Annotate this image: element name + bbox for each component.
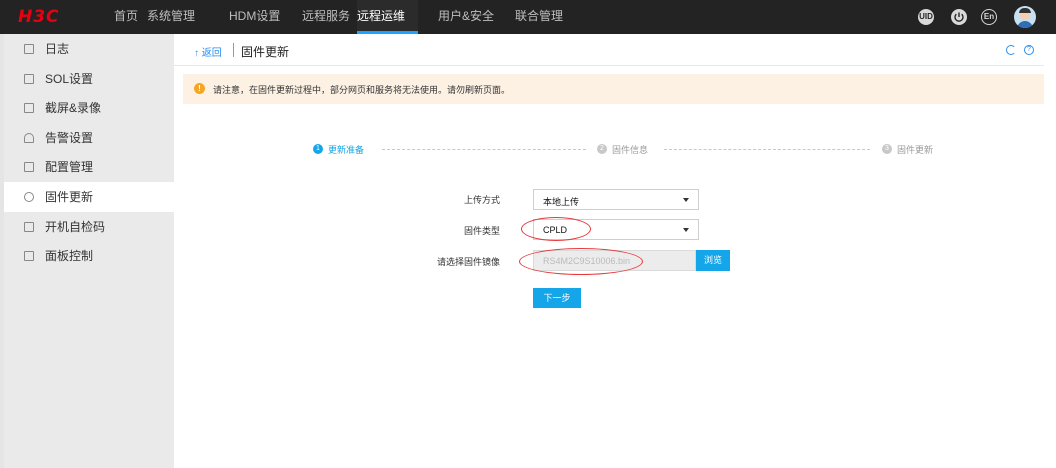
step-connector xyxy=(664,149,870,150)
config-icon xyxy=(24,162,34,172)
firmware-icon xyxy=(24,192,34,202)
screenshot-icon xyxy=(24,103,34,113)
sidebar-item-label: 告警设置 xyxy=(45,131,94,145)
upload-method-value: 本地上传 xyxy=(543,197,580,207)
firmware-type-label: 固件类型 xyxy=(463,226,500,236)
notice-text: 请注意，在固件更新过程中，部分网页和服务将无法使用。请勿刷新页面。 xyxy=(213,85,511,95)
nav-user-security[interactable]: 用户&安全 xyxy=(438,0,494,34)
firmware-image-label: 请选择固件镜像 xyxy=(436,257,500,267)
breadcrumb-divider xyxy=(233,43,234,57)
annotation-ellipse xyxy=(519,248,643,275)
step-1-label: 更新准备 xyxy=(328,145,365,155)
nav-remote-service[interactable]: 远程服务 xyxy=(302,0,350,34)
upload-method-select[interactable]: 本地上传 xyxy=(533,189,699,210)
nav-system-management[interactable]: 系统管理 xyxy=(147,0,195,34)
refresh-icon[interactable] xyxy=(1006,45,1016,55)
sidebar-item-log[interactable]: 日志 xyxy=(4,34,174,64)
uid-icon[interactable]: UID xyxy=(918,9,934,25)
browse-button[interactable]: 浏览 xyxy=(696,250,730,271)
sidebar-item-firmware[interactable]: 固件更新 xyxy=(4,182,174,212)
nav-hdm-settings[interactable]: HDM设置 xyxy=(229,0,280,34)
sidebar-item-label: 面板控制 xyxy=(45,249,94,263)
page-title: 固件更新 xyxy=(241,45,290,59)
language-icon[interactable]: En xyxy=(981,9,997,25)
alarm-icon xyxy=(24,133,34,143)
warning-icon: ! xyxy=(194,83,205,94)
annotation-ellipse xyxy=(521,217,591,241)
nav-home[interactable]: 首页 xyxy=(114,0,138,34)
main-content: ↑ 返回 固件更新 ? ! 请注意，在固件更新过程中，部分网页和服务将无法使用。… xyxy=(174,34,1056,468)
nav-federated-management[interactable]: 联合管理 xyxy=(515,0,563,34)
chevron-down-icon xyxy=(683,198,689,202)
sidebar-item-label: 日志 xyxy=(45,42,70,56)
nav-remote-maintenance[interactable]: 远程运维 xyxy=(357,0,419,34)
back-link-label: 返回 xyxy=(201,48,222,59)
power-icon[interactable] xyxy=(951,9,967,25)
sidebar-item-sol[interactable]: SOL设置 xyxy=(4,64,174,94)
user-avatar-icon[interactable] xyxy=(1014,6,1036,28)
sidebar-item-screenshot[interactable]: 截屏&录像 xyxy=(4,93,174,123)
sidebar-item-label: SOL设置 xyxy=(45,72,94,86)
post-code-icon xyxy=(24,222,34,232)
step-1-number: 1 xyxy=(313,144,323,154)
sidebar-item-alarm[interactable]: 告警设置 xyxy=(4,123,174,153)
breadcrumb: ↑ 返回 固件更新 ? xyxy=(174,34,1044,66)
back-link[interactable]: ↑ 返回 xyxy=(194,44,222,59)
upload-method-label: 上传方式 xyxy=(463,195,500,205)
sidebar-item-label: 固件更新 xyxy=(45,190,94,204)
sol-icon xyxy=(24,74,34,84)
sidebar: 日志 SOL设置 截屏&录像 告警设置 配置管理 固件更新 开机自检码 面板控制 xyxy=(4,34,174,468)
top-nav-bar: H3C 首页 系统管理 HDM设置 远程服务 远程运维 用户&安全 联合管理 U… xyxy=(0,0,1056,34)
panel-icon xyxy=(24,251,34,261)
step-3-number: 3 xyxy=(882,144,892,154)
step-connector xyxy=(382,149,586,150)
sidebar-item-config[interactable]: 配置管理 xyxy=(4,152,174,182)
h3c-logo: H3C xyxy=(18,7,60,27)
warning-notice: ! 请注意，在固件更新过程中，部分网页和服务将无法使用。请勿刷新页面。 xyxy=(183,74,1044,104)
step-2-label: 固件信息 xyxy=(612,145,649,155)
step-2-number: 2 xyxy=(597,144,607,154)
sidebar-item-post-code[interactable]: 开机自检码 xyxy=(4,212,174,242)
sidebar-item-label: 开机自检码 xyxy=(45,220,106,234)
next-step-button[interactable]: 下一步 xyxy=(533,288,581,308)
help-icon[interactable]: ? xyxy=(1024,45,1034,55)
step-3-label: 固件更新 xyxy=(897,145,934,155)
chevron-down-icon xyxy=(683,228,689,232)
log-icon xyxy=(24,44,34,54)
sidebar-item-label: 截屏&录像 xyxy=(45,101,102,115)
sidebar-item-panel[interactable]: 面板控制 xyxy=(4,241,174,271)
sidebar-item-label: 配置管理 xyxy=(45,160,94,174)
